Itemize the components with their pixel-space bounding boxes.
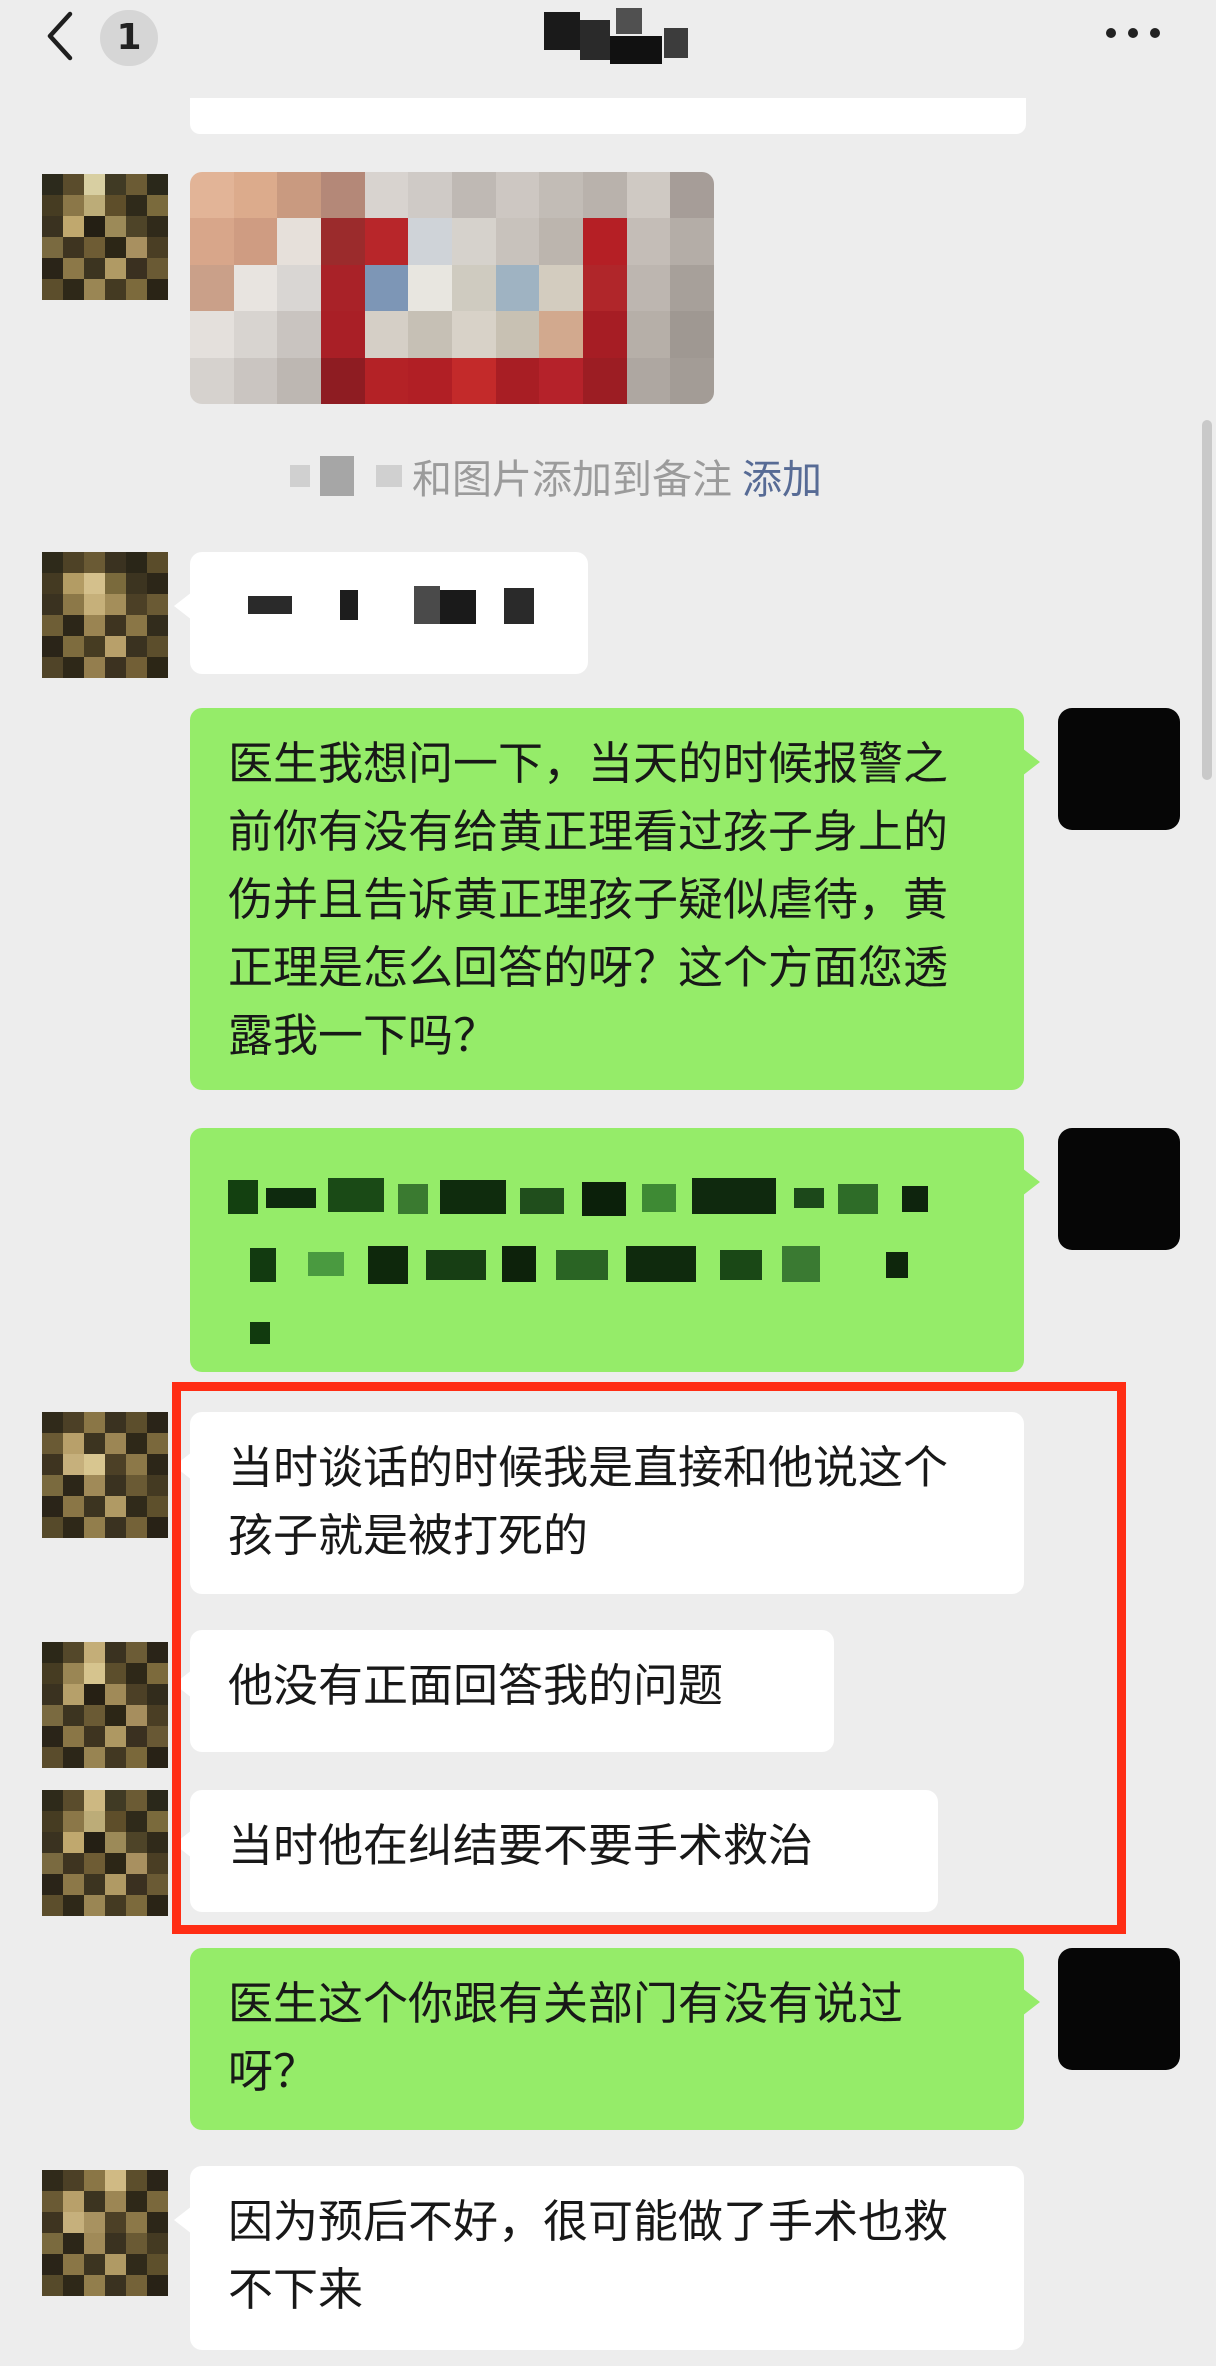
contact-avatar[interactable] (42, 1412, 168, 1538)
redacted-mark (376, 465, 402, 487)
chat-title-redacted (520, 6, 700, 68)
contact-avatar[interactable] (42, 174, 168, 300)
my-avatar[interactable] (1058, 708, 1180, 830)
more-options-button[interactable] (1106, 18, 1166, 48)
system-note-text: 和图片添加到备注 (412, 457, 732, 503)
redacted-mark (320, 456, 354, 496)
system-note: 和图片添加到备注 添加 (290, 448, 822, 504)
my-avatar[interactable] (1058, 1128, 1180, 1250)
my-avatar[interactable] (1058, 1948, 1180, 2070)
contact-avatar[interactable] (42, 552, 168, 678)
back-button[interactable]: 1 (44, 6, 164, 66)
highlight-frame (172, 1382, 1126, 1934)
contact-avatar[interactable] (42, 1790, 168, 1916)
unread-badge: 1 (100, 10, 158, 66)
redacted-message-bubble (174, 552, 588, 674)
outgoing-message-bubble: 医生我想问一下，当天的时候报警之前你有没有给黄正理看过孩子身上的伤并且告诉黄正理… (190, 708, 1040, 1090)
add-remark-link[interactable]: 添加 (742, 447, 822, 505)
chat-header: 1 (0, 0, 1216, 70)
redacted-message-bubble (190, 1128, 1040, 1372)
incoming-message-bubble: 因为预后不好，很可能做了手术也救不下来 (174, 2166, 1024, 2350)
previous-message-bubble (190, 98, 1026, 134)
more-dots-icon (1106, 28, 1116, 38)
scrollbar[interactable] (1202, 420, 1212, 780)
chevron-left-icon (47, 11, 73, 61)
contact-avatar[interactable] (42, 1642, 168, 1768)
outgoing-message-bubble: 医生这个你跟有关部门有没有说过呀？ (190, 1948, 1040, 2130)
contact-avatar[interactable] (42, 2170, 168, 2296)
shared-photo[interactable] (190, 172, 714, 404)
redacted-mark (290, 465, 310, 487)
